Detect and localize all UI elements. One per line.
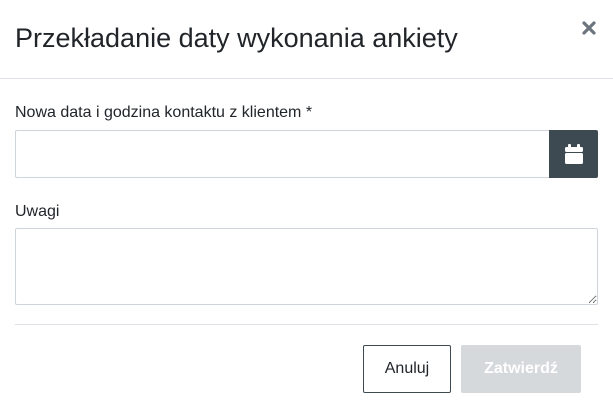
reschedule-dialog: Przekładanie daty wykonania ankiety Nowa… — [0, 0, 613, 409]
date-field-group — [15, 130, 598, 178]
dialog-title: Przekładanie daty wykonania ankiety — [15, 23, 458, 53]
confirm-button[interactable]: Zatwierdź — [461, 345, 581, 393]
close-button[interactable] — [576, 15, 602, 41]
footer-divider — [15, 324, 598, 325]
dialog-header: Przekładanie daty wykonania ankiety — [0, 0, 613, 79]
calendar-button[interactable] — [549, 130, 598, 178]
notes-textarea[interactable] — [15, 228, 598, 305]
notes-field-label: Uwagi — [15, 203, 60, 220]
cancel-button[interactable]: Anuluj — [363, 345, 451, 393]
close-icon — [582, 21, 596, 35]
date-field-label: Nowa data i godzina kontaktu z klientem … — [15, 104, 313, 121]
date-time-input[interactable] — [15, 130, 549, 178]
calendar-icon — [564, 144, 583, 164]
